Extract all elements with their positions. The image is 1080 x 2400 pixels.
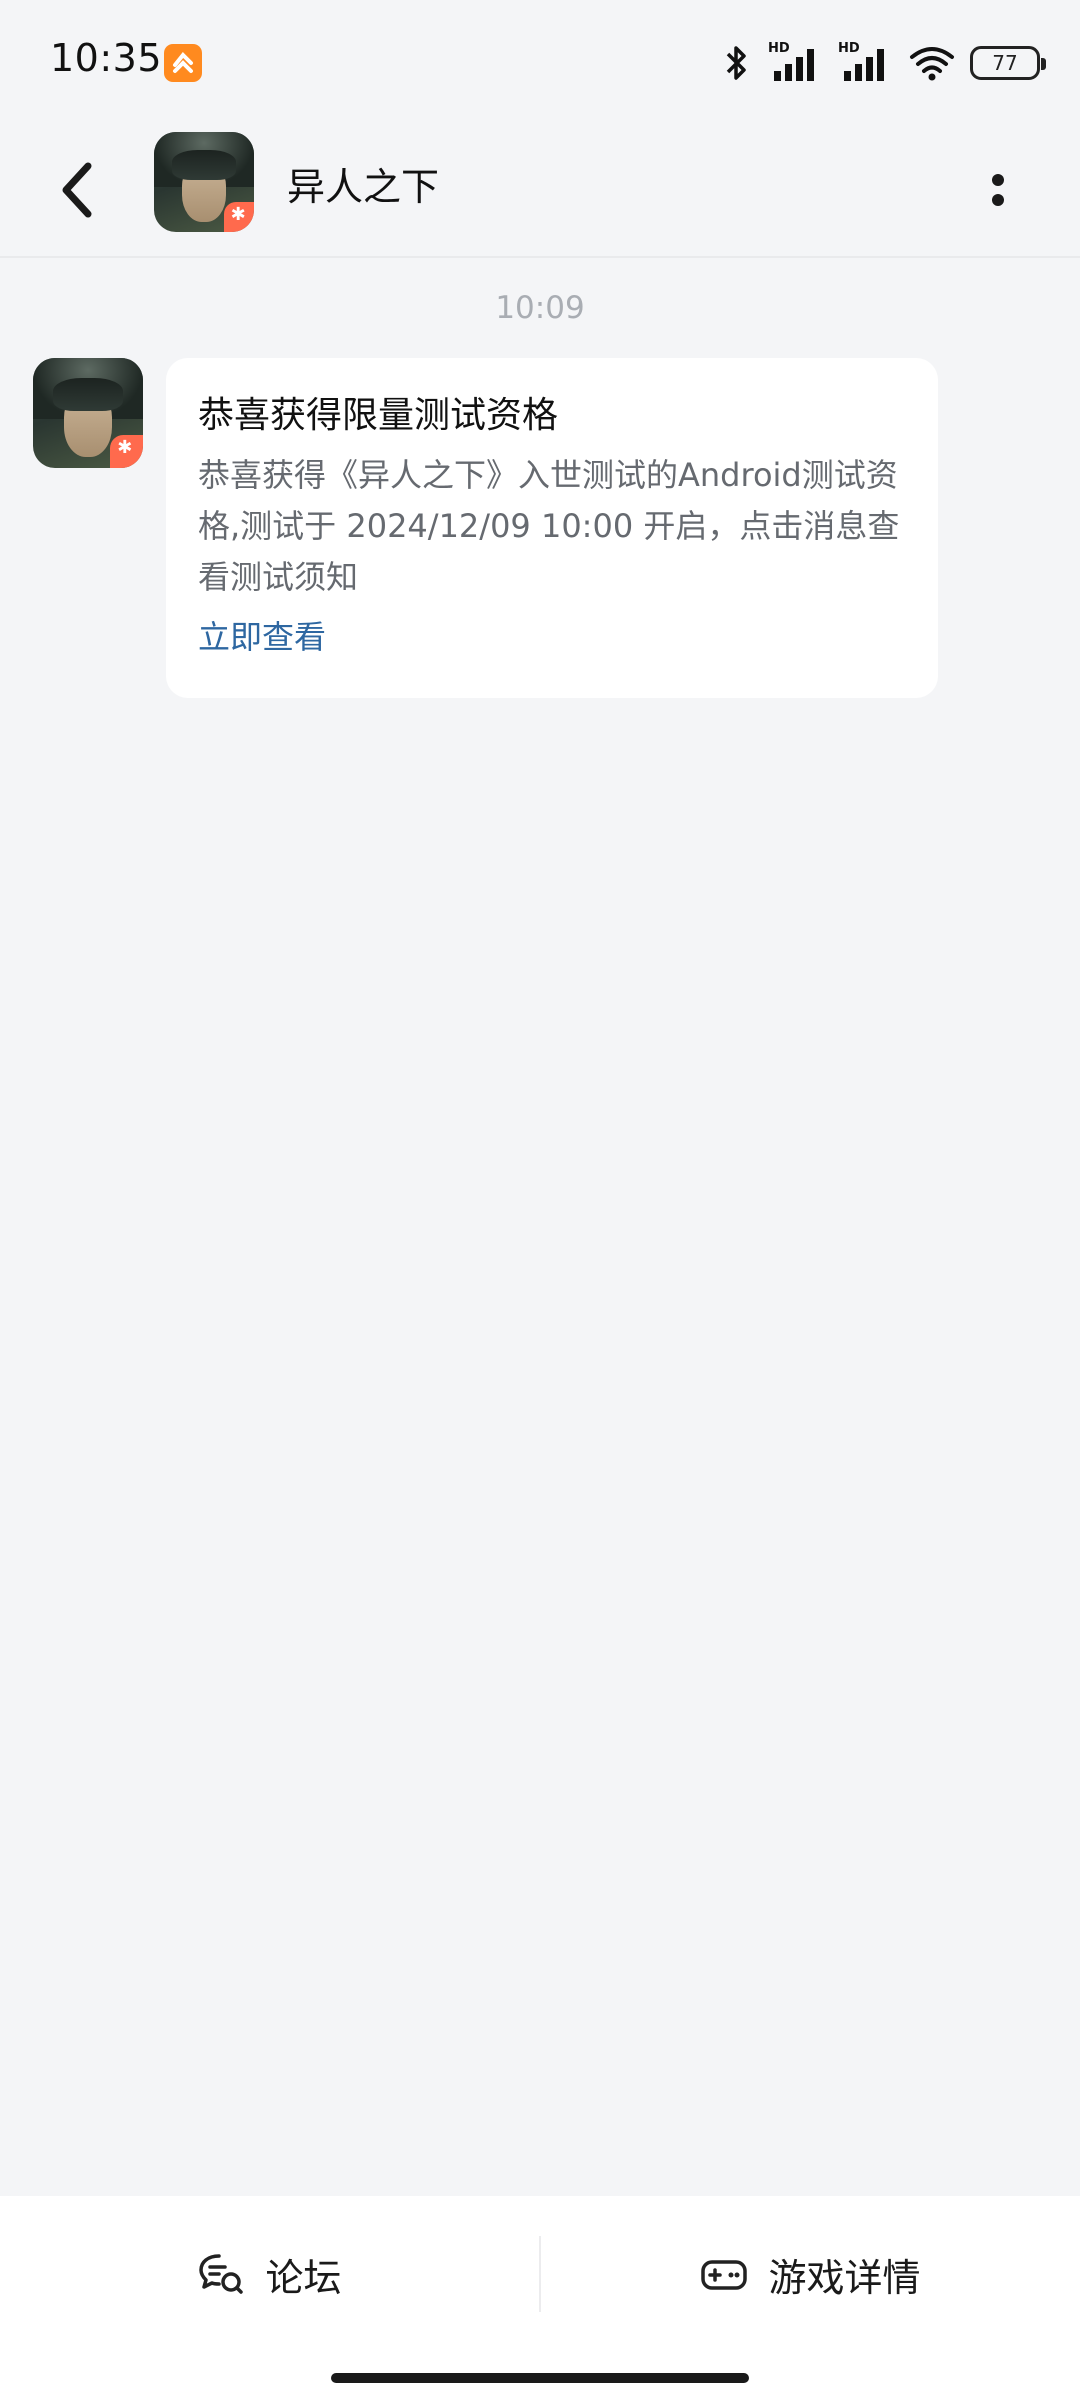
forum-chat-icon [199, 2254, 244, 2294]
bluetooth-icon [726, 46, 746, 80]
more-vertical-icon[interactable] [984, 160, 1014, 220]
view-now-link[interactable]: 立即查看 [198, 615, 326, 659]
chevron-left-icon [62, 162, 92, 218]
forum-button[interactable]: 论坛 [0, 2196, 539, 2352]
hd-signal-icon: HD [768, 41, 824, 83]
status-bar: 10:35 HD HD 77 [0, 0, 1080, 120]
message-body: 恭喜获得《异人之下》入世测试的Android测试资格,测试于 2024/12/0… [198, 456, 900, 596]
battery-level: 77 [992, 51, 1018, 75]
home-indicator[interactable] [331, 2373, 749, 2383]
forum-label: 论坛 [265, 2255, 342, 2300]
bottom-bar: 论坛 游戏详情 [0, 2196, 1080, 2400]
sender-avatar[interactable] [33, 358, 143, 468]
battery-indicator: 77 [970, 46, 1046, 80]
message-timestamp: 10:09 [495, 290, 585, 326]
status-icons: HD HD 77 [720, 38, 1046, 88]
status-time: 10:35 [50, 36, 163, 80]
back-button[interactable] [52, 152, 108, 228]
wifi-icon [910, 47, 954, 81]
gamepad-icon [701, 2260, 748, 2290]
game-detail-button[interactable]: 游戏详情 [541, 2196, 1080, 2352]
orange-app-icon [164, 44, 202, 82]
game-avatar[interactable] [154, 132, 254, 232]
hd-signal-icon: HD [838, 41, 894, 83]
screen: 10:35 HD HD 77 ✱ 异人之下 10:09 ✱ 恭喜获得限量测试资格… [0, 0, 1080, 2400]
chat-header: 异人之下 [0, 120, 1080, 258]
message-card[interactable]: 恭喜获得限量测试资格 恭喜获得《异人之下》入世测试的Android测试资格,测试… [166, 358, 938, 698]
page-title: 异人之下 [287, 165, 440, 209]
game-detail-label: 游戏详情 [768, 2255, 921, 2300]
message-title: 恭喜获得限量测试资格 [198, 395, 559, 436]
